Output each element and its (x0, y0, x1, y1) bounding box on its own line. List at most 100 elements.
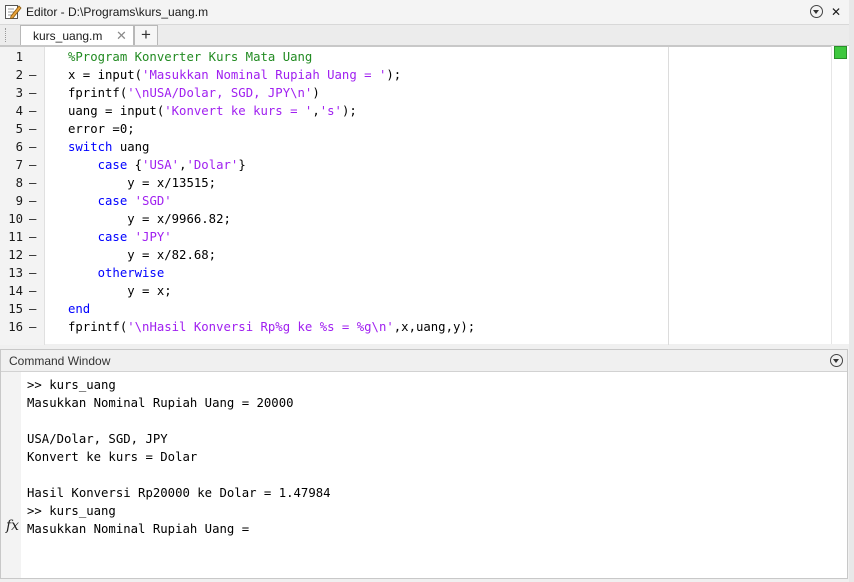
code-token: } (238, 158, 246, 172)
breakpoint-marker[interactable]: – (29, 246, 39, 264)
tab-close-icon[interactable]: ✕ (116, 28, 127, 44)
code-line[interactable]: 9– case 'SGD' (0, 192, 820, 210)
fx-function-browser-icon[interactable]: fx (6, 518, 19, 534)
breakpoint-marker[interactable]: – (29, 210, 39, 228)
code-text: error =0; (68, 120, 135, 138)
code-text: fprintf('\nUSA/Dolar, SGD, JPY\n') (68, 84, 320, 102)
code-token: 's' (319, 104, 342, 118)
code-token: ); (386, 68, 402, 82)
line-number: 12 (8, 248, 23, 262)
breakpoint-marker[interactable]: – (29, 66, 39, 84)
code-token: case (68, 230, 128, 244)
code-token: ) (312, 86, 320, 100)
editor-menu-button[interactable] (808, 4, 824, 20)
breakpoint-marker[interactable]: – (29, 138, 39, 156)
code-line[interactable]: 16– fprintf('\nHasil Konversi Rp%g ke %s … (0, 318, 820, 336)
code-line[interactable]: 8– y = x/13515; (0, 174, 820, 192)
code-line[interactable]: 5– error =0; (0, 120, 820, 138)
line-number: 11 (8, 230, 23, 244)
code-line[interactable]: 13– otherwise (0, 264, 820, 282)
editor-close-button[interactable]: ✕ (828, 4, 844, 20)
code-token: 'Masukkan Nominal Rupiah Uang = ' (142, 68, 387, 82)
editor-pencil-icon (5, 5, 22, 20)
editor-scroll-gutter[interactable] (831, 46, 849, 344)
code-line[interactable]: 15– end (0, 300, 820, 318)
code-line[interactable]: 3– fprintf('\nUSA/Dolar, SGD, JPY\n') (0, 84, 820, 102)
code-token: 'SGD' (134, 194, 172, 208)
command-window-titlebar: Command Window (1, 350, 847, 372)
breakpoint-marker[interactable]: – (29, 264, 39, 282)
breakpoint-marker[interactable]: – (29, 282, 39, 300)
line-number: 3 (15, 86, 23, 100)
line-number: 16 (8, 320, 23, 334)
code-token: y = x/82.68; (68, 248, 217, 262)
code-token: uang = input( (68, 104, 165, 118)
code-token: , (312, 104, 320, 118)
command-window[interactable]: Command Window fx >> kurs_uang Masukkan N… (0, 349, 848, 579)
code-line[interactable]: 7– case {'USA','Dolar'} (0, 156, 820, 174)
circle-chevron-down-icon (829, 354, 843, 367)
code-token: 'USA' (142, 158, 180, 172)
code-text: fprintf('\nHasil Konversi Rp%g ke %s = %… (68, 318, 475, 336)
code-token: ,x,uang,y); (393, 320, 476, 334)
command-output-line: Konvert ke kurs = Dolar (27, 450, 198, 464)
editor-window: Editor - D:\Programs\kurs_uang.m ✕ kurs_… (0, 0, 854, 347)
code-token: '\nHasil Konversi Rp%g ke %s = %g\n' (127, 320, 394, 334)
line-number: 8 (15, 176, 23, 190)
line-number: 7 (15, 158, 23, 172)
new-tab-button[interactable]: + (134, 25, 158, 45)
code-text: case 'JPY' (68, 228, 172, 246)
code-token: y = x/13515; (68, 176, 217, 190)
breakpoint-marker[interactable]: – (29, 318, 39, 336)
breakpoint-marker[interactable]: – (29, 300, 39, 318)
line-number: 14 (8, 284, 23, 298)
code-token: fprintf( (68, 86, 128, 100)
code-token: ); (341, 104, 357, 118)
line-number: 13 (8, 266, 23, 280)
line-number: 10 (8, 212, 23, 226)
line-number: 5 (15, 122, 23, 136)
tab-kurs-uang[interactable]: kurs_uang.m ✕ (20, 25, 134, 45)
code-analyzer-status-icon[interactable] (834, 46, 847, 59)
code-token: y = x; (68, 284, 172, 298)
code-token: 'Dolar' (186, 158, 239, 172)
code-line[interactable]: 11– case 'JPY' (0, 228, 820, 246)
line-number: 6 (15, 140, 23, 154)
code-token: '\nUSA/Dolar, SGD, JPY\n' (127, 86, 313, 100)
code-token: 'Konvert ke kurs = ' (164, 104, 313, 118)
code-token: case (68, 158, 128, 172)
command-window-menu-button[interactable] (828, 353, 844, 369)
code-token: x = input( (68, 68, 143, 82)
code-token: error =0; (68, 122, 135, 136)
code-line[interactable]: 4– uang = input('Konvert ke kurs = ','s')… (0, 102, 820, 120)
code-text: %Program Konverter Kurs Mata Uang (68, 48, 312, 66)
code-line[interactable]: 10– y = x/9966.82; (0, 210, 820, 228)
code-token: y = x/9966.82; (68, 212, 231, 226)
code-line[interactable]: 12– y = x/82.68; (0, 246, 820, 264)
breakpoint-marker[interactable]: – (29, 156, 39, 174)
code-line[interactable]: 2– x = input('Masukkan Nominal Rupiah Uan… (0, 66, 820, 84)
code-line[interactable]: 1 %Program Konverter Kurs Mata Uang (0, 48, 820, 66)
line-number: 1 (15, 50, 23, 64)
code-editor[interactable]: 1 %Program Konverter Kurs Mata Uang 2– x = … (0, 46, 848, 345)
code-line[interactable]: 14– y = x; (0, 282, 820, 300)
code-text: y = x/13515; (68, 174, 216, 192)
code-token: otherwise (68, 266, 165, 280)
code-line[interactable]: 6– switch uang (0, 138, 820, 156)
circle-chevron-down-icon (809, 5, 823, 18)
breakpoint-marker[interactable]: – (29, 192, 39, 210)
function-browser-column: fx (1, 372, 21, 578)
line-number: 2 (15, 68, 23, 82)
breakpoint-marker[interactable]: – (29, 102, 39, 120)
breakpoint-marker[interactable]: – (29, 84, 39, 102)
command-window-title: Command Window (9, 354, 111, 368)
code-token: uang (112, 140, 150, 154)
breakpoint-marker[interactable]: – (29, 174, 39, 192)
tabstrip-grip-icon[interactable] (5, 28, 8, 42)
line-number: 15 (8, 302, 23, 316)
code-token: %Program Konverter Kurs Mata Uang (68, 50, 313, 64)
breakpoint-marker[interactable]: – (29, 228, 39, 246)
code-token: case (68, 194, 128, 208)
breakpoint-marker[interactable]: – (29, 120, 39, 138)
